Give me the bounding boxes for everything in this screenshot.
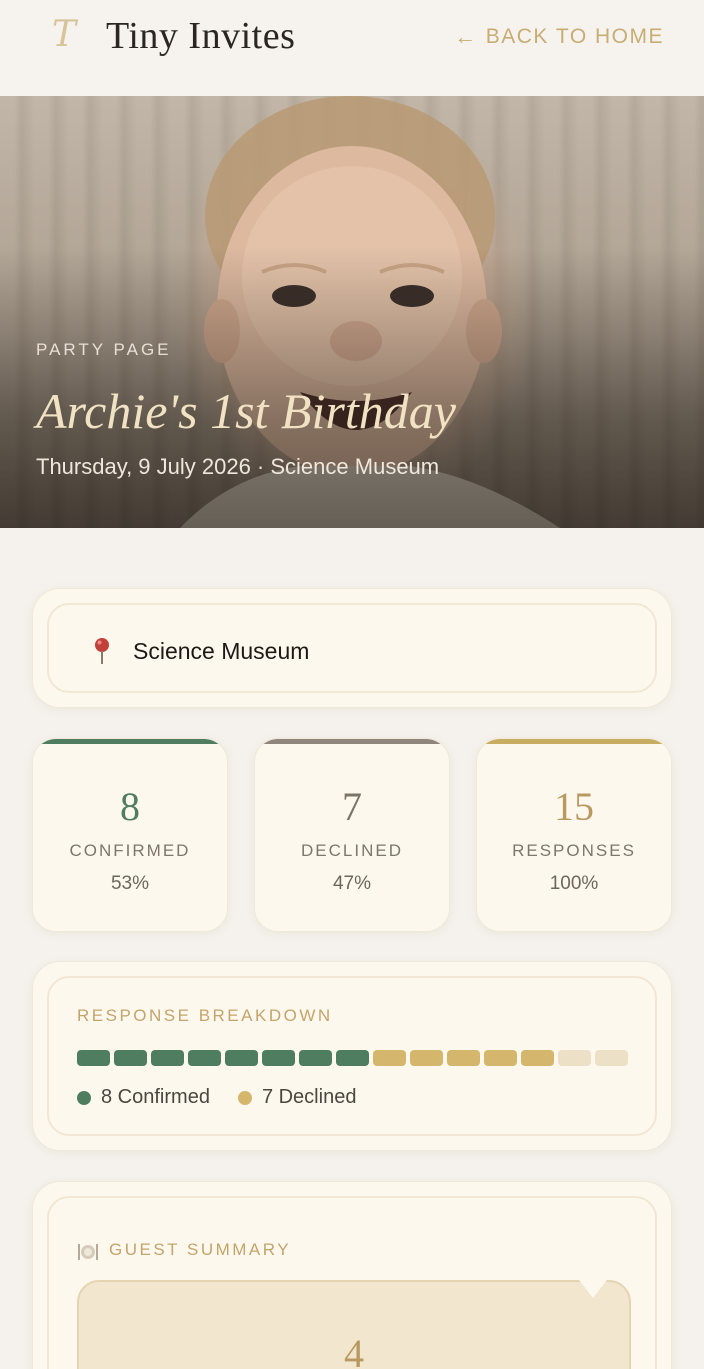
hero-banner: PARTY PAGE Archie's 1st Birthday Thursda…: [0, 96, 704, 528]
brand-name[interactable]: Tiny Invites: [106, 14, 295, 58]
segment-confirmed: [151, 1050, 184, 1066]
segment-confirmed: [225, 1050, 258, 1066]
map-pin-icon: [95, 638, 109, 664]
segment-empty: [558, 1050, 591, 1066]
arrow-left-icon: ←: [454, 24, 478, 49]
venue-card: Science Museum: [32, 588, 672, 708]
stat-value: 8: [120, 784, 140, 829]
guest-box-notch: [579, 1280, 607, 1298]
segment-confirmed: [262, 1050, 295, 1066]
hero-eyebrow: PARTY PAGE: [36, 340, 172, 359]
stat-percent: 100%: [549, 873, 599, 894]
segment-confirmed: [114, 1050, 147, 1066]
guest-summary-card: GUEST SUMMARY 4: [32, 1181, 672, 1369]
stat-accent-bar: [33, 739, 227, 744]
segment-confirmed: [188, 1050, 221, 1066]
stat-card-declined: 7 DECLINED 47%: [254, 738, 450, 932]
stat-percent: 47%: [332, 873, 372, 894]
declined-dot-icon: [237, 1090, 252, 1105]
guest-count-box: 4: [77, 1280, 631, 1369]
breakdown-title: RESPONSE BREAKDOWN: [77, 1006, 333, 1025]
segment-declined: [410, 1050, 443, 1066]
event-title: Archie's 1st Birthday: [36, 383, 456, 439]
top-header: T Tiny Invites ← BACK TO HOME: [0, 0, 704, 96]
confirmed-dot-icon: [77, 1090, 91, 1105]
stat-percent: 53%: [110, 873, 150, 894]
legend-declined: 7 Declined: [237, 1086, 357, 1109]
stat-accent-bar: [477, 739, 671, 744]
stat-value: 15: [554, 784, 594, 829]
guest-summary-title: GUEST SUMMARY: [109, 1240, 292, 1259]
stat-card-confirmed: 8 CONFIRMED 53%: [32, 738, 228, 932]
legend-confirmed-label: 8 Confirmed: [101, 1086, 210, 1108]
event-date-venue: Thursday, 9 July 2026 · Science Museum: [36, 454, 440, 479]
response-progress-bar: [77, 1050, 628, 1066]
stat-card-responses: 15 RESPONSES 100%: [476, 738, 672, 932]
response-breakdown-card: RESPONSE BREAKDOWN 8 Confirmed 7 Decline…: [32, 961, 672, 1151]
legend-declined-label: 7 Declined: [261, 1086, 357, 1108]
stat-value: 7: [342, 784, 362, 829]
stat-accent-bar: [255, 739, 449, 744]
segment-confirmed: [299, 1050, 332, 1066]
stat-label: RESPONSES: [512, 841, 636, 860]
segment-declined: [447, 1050, 480, 1066]
guest-count-value: 4: [344, 1331, 364, 1369]
back-to-home-label: BACK TO HOME: [485, 25, 664, 48]
logo-mark: T: [52, 14, 77, 55]
breakdown-legend: 8 Confirmed 7 Declined: [77, 1086, 356, 1109]
venue-row[interactable]: Science Museum: [47, 603, 657, 693]
guest-summary-panel: GUEST SUMMARY 4: [47, 1196, 657, 1369]
back-to-home-link[interactable]: ← BACK TO HOME: [454, 24, 664, 50]
segment-confirmed: [77, 1050, 110, 1066]
segment-confirmed: [336, 1050, 369, 1066]
stat-label: DECLINED: [301, 841, 403, 860]
response-breakdown-panel: RESPONSE BREAKDOWN 8 Confirmed 7 Decline…: [47, 976, 657, 1136]
segment-declined: [484, 1050, 517, 1066]
plate-cutlery-icon: [78, 1244, 98, 1260]
segment-empty: [595, 1050, 628, 1066]
segment-declined: [373, 1050, 406, 1066]
stat-label: CONFIRMED: [69, 841, 191, 860]
segment-declined: [521, 1050, 554, 1066]
venue-name: Science Museum: [133, 638, 310, 664]
legend-confirmed: 8 Confirmed: [77, 1086, 210, 1109]
